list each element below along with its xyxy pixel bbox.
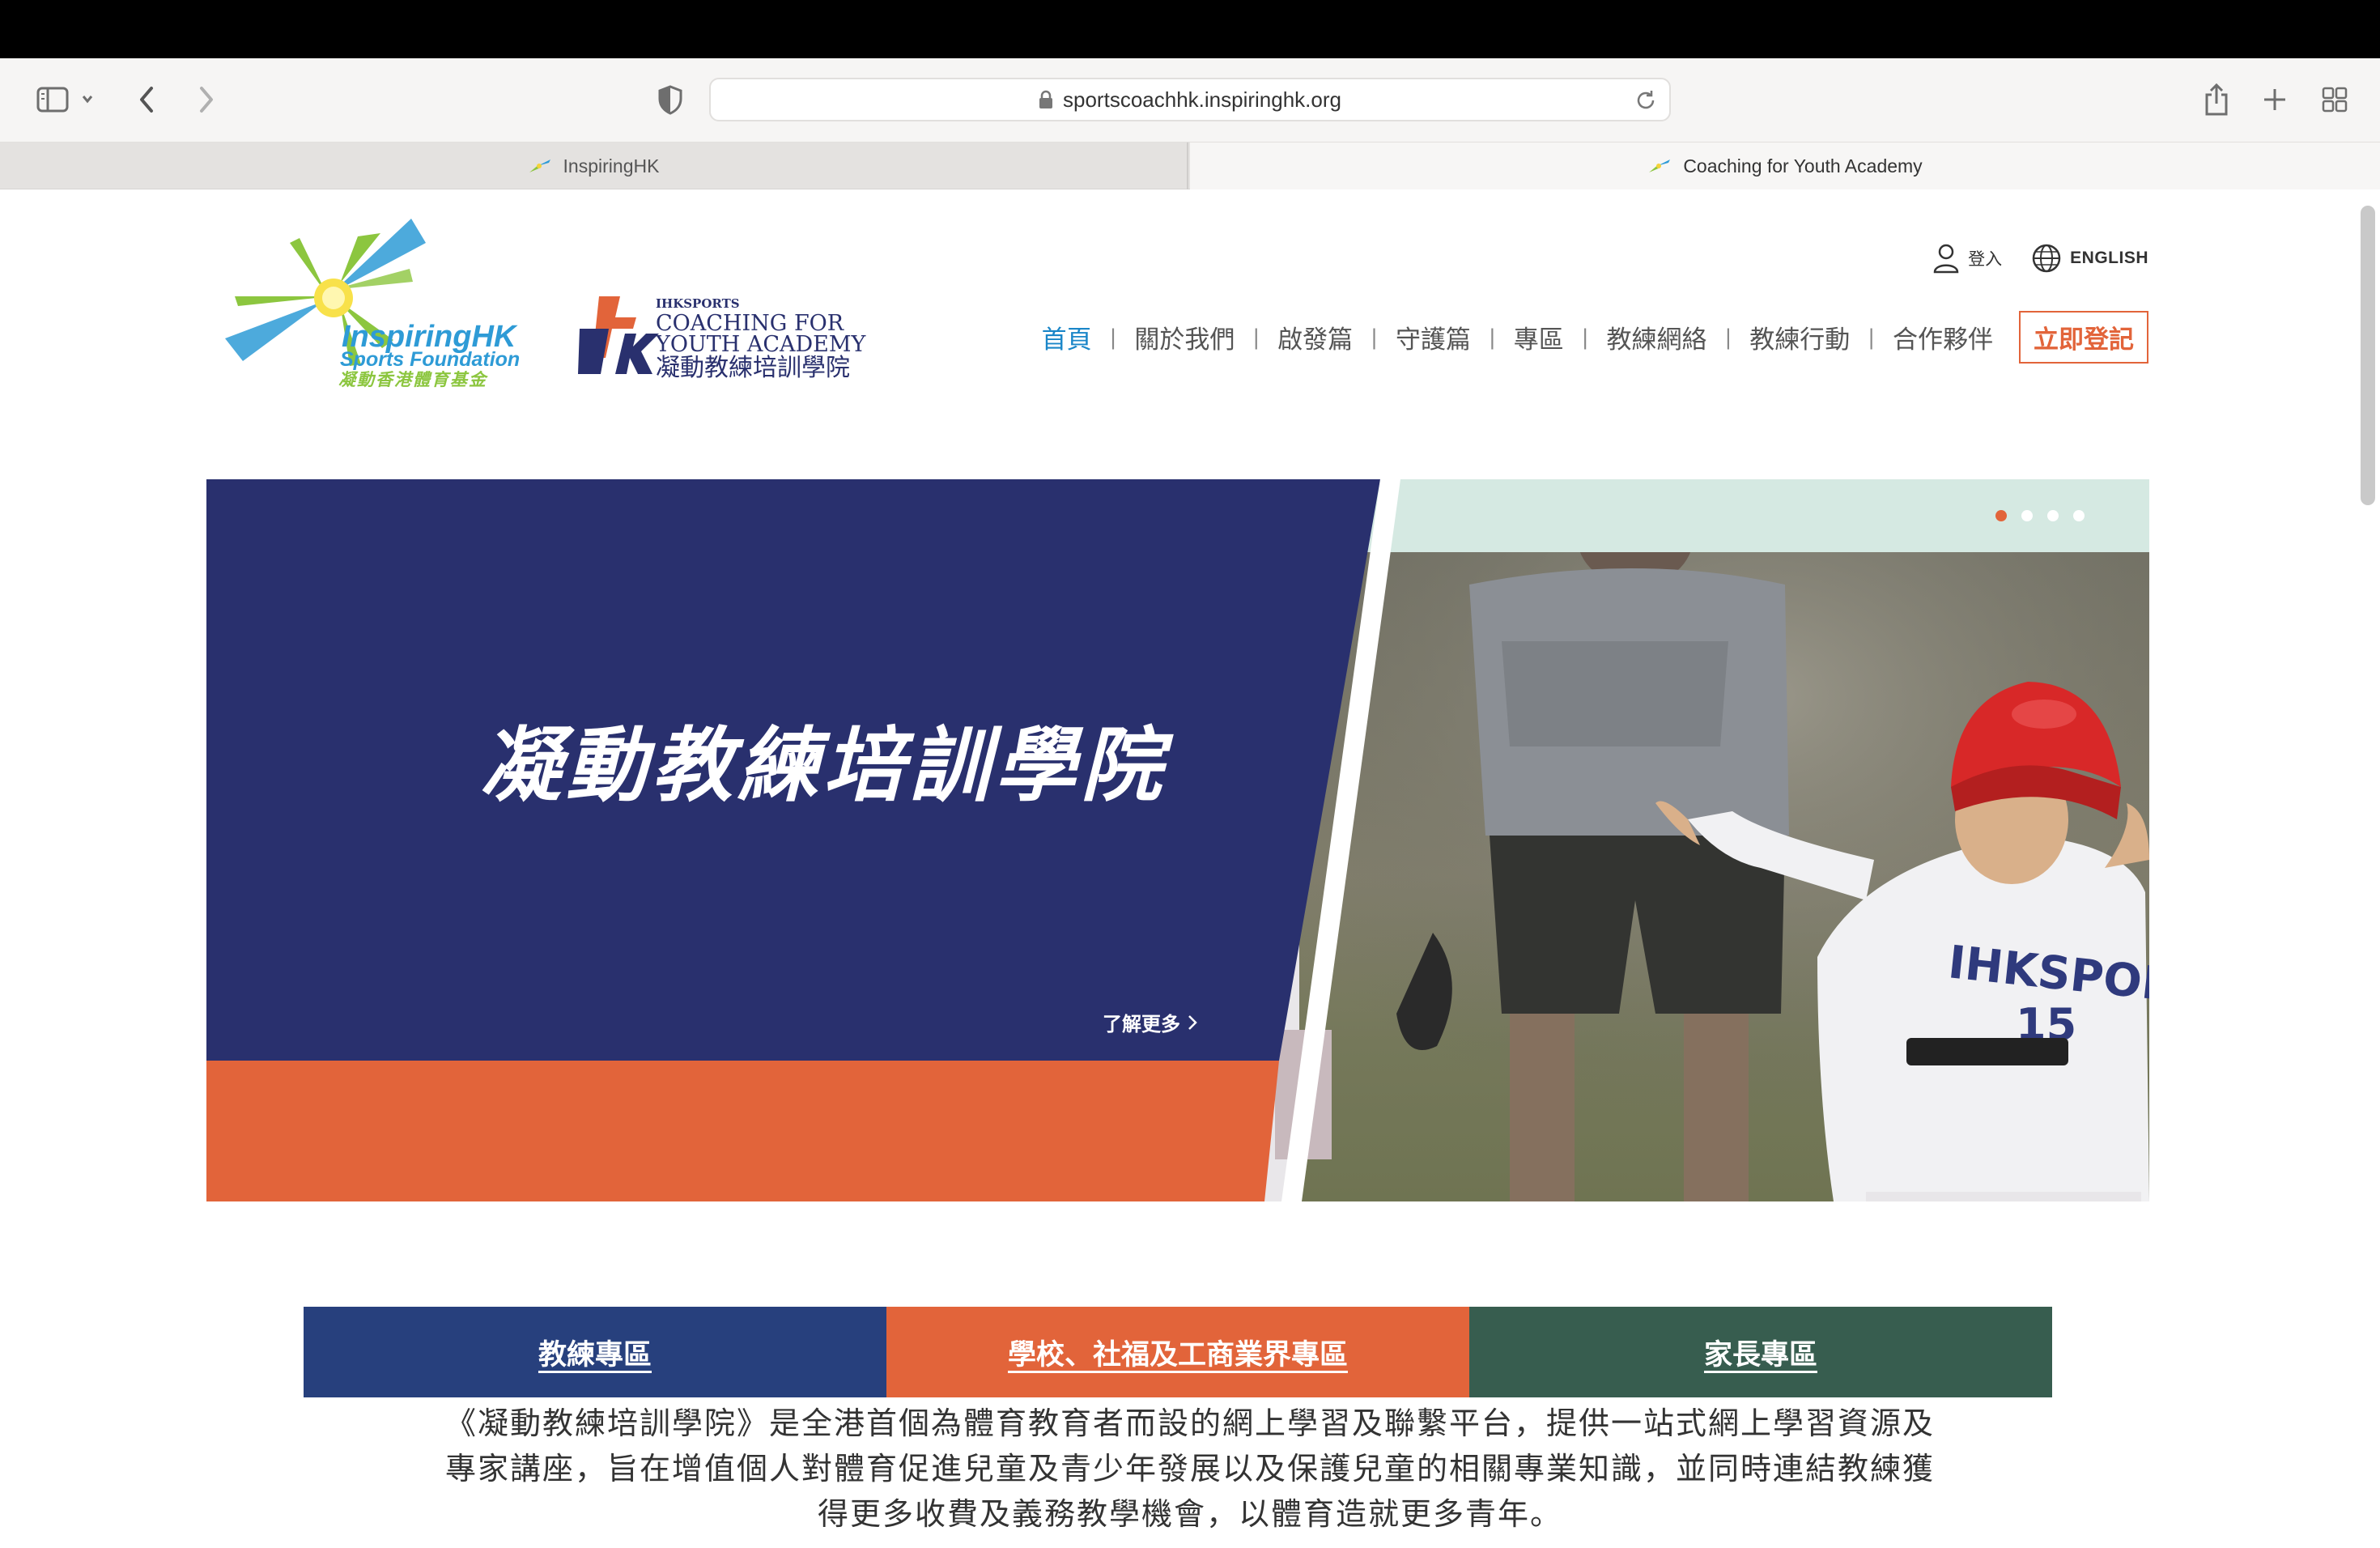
nav-zones[interactable]: 專區: [1496, 319, 1582, 355]
hero-photo: IHKSPORTS 15: [206, 479, 2149, 1201]
carousel-dot[interactable]: [2073, 510, 2085, 521]
browser-toolbar: sportscoachhk.inspiringhk.org: [0, 58, 2380, 142]
address-bar[interactable]: sportscoachhk.inspiringhk.org: [709, 78, 1671, 121]
user-icon: [1933, 244, 1959, 274]
nav-coach-action[interactable]: 教練行動: [1732, 319, 1868, 355]
nav-home[interactable]: 首頁: [1024, 319, 1110, 355]
sidebar-icon: [36, 87, 93, 113]
zone-buttons: 教練專區 學校、社福及工商業界專區 家長專區: [304, 1307, 2052, 1397]
forward-button[interactable]: [188, 79, 223, 120]
url-text: sportscoachhk.inspiringhk.org: [1063, 87, 1341, 112]
learn-more-label: 了解更多: [1103, 1013, 1180, 1036]
plus-icon: [2264, 89, 2285, 110]
tab-label: InspiringHK: [563, 155, 660, 176]
share-icon: [2205, 83, 2228, 116]
nav-separator: |: [1581, 325, 1589, 350]
logo-ihk-subtitle: Sports Foundation: [340, 348, 520, 371]
hero-carousel[interactable]: IHKSPORTS 15 凝動教練培訓學院 了解更多: [206, 479, 2149, 1201]
main-nav: 首頁 | 關於我們 | 啟發篇 | 守護篇 | 專區 | 教練網絡 | 教練行動…: [1024, 311, 2148, 364]
share-button[interactable]: [2199, 79, 2234, 120]
intro-line: 專家講座，旨在增值個人對體育促進兒童及青少年發展以及保護兒童的相關專業知識，並同…: [444, 1451, 1935, 1486]
chevron-right-icon: [200, 87, 213, 113]
coaching-academy-logo[interactable]: IHKSPORTS COACHING FOR YOUTH ACADEMY 凝動教…: [576, 293, 876, 382]
hero-title: 凝動教練培訓學院: [480, 718, 1167, 813]
chevron-left-icon: [140, 87, 153, 113]
carousel-dots: [1995, 510, 2085, 521]
inspiringhk-favicon-icon: [529, 159, 550, 172]
logo-ihk-chinese: 凝動香港體育基金: [338, 370, 488, 389]
nav-safeguard[interactable]: 守護篇: [1378, 319, 1489, 355]
nav-separator: |: [1488, 325, 1496, 350]
carousel-dot[interactable]: [2047, 510, 2059, 521]
web-page: InspiringHK Sports Foundation 凝動香港體育基金 I…: [0, 189, 2380, 1548]
lock-icon: [1039, 90, 1053, 108]
parent-zone-button[interactable]: 家長專區: [1469, 1307, 2052, 1397]
nav-separator: |: [1371, 325, 1378, 350]
chevron-right-icon: [1188, 1014, 1197, 1030]
login-link[interactable]: 登入: [1932, 243, 2002, 274]
nav-separator: |: [1868, 325, 1875, 350]
inspiringhk-logo[interactable]: InspiringHK Sports Foundation 凝動香港體育基金: [219, 219, 526, 389]
register-button[interactable]: 立即登記: [2019, 311, 2148, 364]
sidebar-toggle-button[interactable]: [31, 79, 104, 120]
new-tab-button[interactable]: [2257, 79, 2293, 120]
logo-cya-small: IHKSPORTS: [656, 296, 740, 311]
reload-icon[interactable]: [1634, 88, 1658, 113]
back-button[interactable]: [130, 79, 165, 120]
utility-links: 登入 ENGLISH: [1932, 243, 2148, 274]
learn-more-link[interactable]: 了解更多: [1103, 1008, 1198, 1036]
language-switch[interactable]: ENGLISH: [2031, 243, 2148, 274]
tab-inspiringhk[interactable]: InspiringHK: [0, 142, 1188, 189]
grid-icon: [2322, 87, 2348, 113]
tab-label: Coaching for Youth Academy: [1683, 155, 1923, 176]
carousel-dot[interactable]: [1995, 510, 2007, 521]
nav-coach-network[interactable]: 教練網絡: [1588, 319, 1724, 355]
nav-about[interactable]: 關於我們: [1116, 319, 1252, 355]
browser-window: sportscoachhk.inspiringhk.org InspiringH…: [0, 58, 2380, 1548]
nav-separator: |: [1724, 325, 1732, 350]
carousel-dot[interactable]: [2021, 510, 2033, 521]
nav-separator: |: [1109, 325, 1117, 350]
logo-cya-line3: 凝動教練培訓學院: [656, 354, 850, 382]
intro-paragraph: 《凝動教練培訓學院》是全港首個為體育教育者而設的網上學習及聯繫平台，提供一站式網…: [380, 1401, 2000, 1537]
coach-zone-button[interactable]: 教練專區: [304, 1307, 886, 1397]
privacy-report-button[interactable]: [652, 79, 688, 120]
nav-partners[interactable]: 合作夥伴: [1875, 319, 2011, 355]
login-label: 登入: [1968, 249, 2003, 269]
scrollbar[interactable]: [2361, 206, 2375, 505]
school-zone-button[interactable]: 學校、社福及工商業界專區: [886, 1307, 1469, 1397]
language-label: ENGLISH: [2070, 249, 2148, 267]
nav-separator: |: [1252, 325, 1260, 350]
shield-icon: [658, 85, 682, 115]
intro-line: 《凝動教練培訓學院》是全港首個為體育教育者而設的網上學習及聯繫平台，提供一站式網…: [444, 1406, 1935, 1441]
tab-bar: InspiringHK Coaching for Youth Academy: [0, 142, 2380, 189]
intro-line: 得更多收費及義務教學機會，以體育造就更多青年。: [817, 1496, 1562, 1532]
inspiringhk-favicon-icon: [1649, 159, 1671, 172]
nav-inspire[interactable]: 啟發篇: [1260, 319, 1371, 355]
tab-coaching-academy[interactable]: Coaching for Youth Academy: [1190, 142, 2380, 189]
tab-overview-button[interactable]: [2317, 79, 2352, 120]
globe-icon: [2032, 244, 2061, 273]
